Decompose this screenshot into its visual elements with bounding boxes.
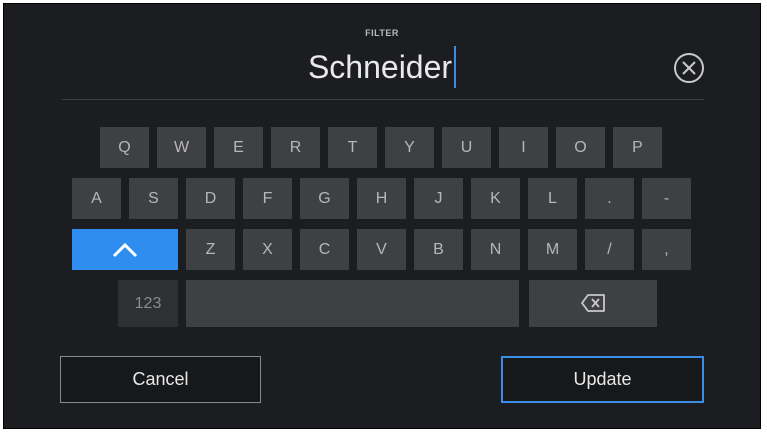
text-cursor xyxy=(454,46,457,88)
key-b[interactable]: B xyxy=(414,229,463,270)
key-slash[interactable]: / xyxy=(585,229,634,270)
key-q[interactable]: Q xyxy=(100,127,149,168)
key-k[interactable]: K xyxy=(471,178,520,219)
cancel-button[interactable]: Cancel xyxy=(60,356,261,403)
shift-key[interactable] xyxy=(72,229,178,270)
backspace-icon xyxy=(581,294,605,312)
key-r[interactable]: R xyxy=(271,127,320,168)
key-n[interactable]: N xyxy=(471,229,520,270)
space-key[interactable] xyxy=(186,280,519,327)
chevron-up-icon xyxy=(112,242,138,258)
key-p[interactable]: P xyxy=(613,127,662,168)
divider xyxy=(62,99,704,100)
key-z[interactable]: Z xyxy=(186,229,235,270)
key-x[interactable]: X xyxy=(243,229,292,270)
update-button[interactable]: Update xyxy=(501,356,704,403)
key-a[interactable]: A xyxy=(72,178,121,219)
key-j[interactable]: J xyxy=(414,178,463,219)
key-w[interactable]: W xyxy=(157,127,206,168)
backspace-key[interactable] xyxy=(529,280,657,327)
filter-keyboard-screen: FILTER Schneider Q W E R T Y U I O P A S… xyxy=(3,3,761,429)
key-period[interactable]: . xyxy=(585,178,634,219)
numbers-key[interactable]: 123 xyxy=(118,280,178,327)
key-hyphen[interactable]: - xyxy=(642,178,691,219)
key-o[interactable]: O xyxy=(556,127,605,168)
key-l[interactable]: L xyxy=(528,178,577,219)
filter-input-value: Schneider xyxy=(307,49,453,85)
key-u[interactable]: U xyxy=(442,127,491,168)
clear-button[interactable] xyxy=(674,53,704,83)
key-t[interactable]: T xyxy=(328,127,377,168)
filter-input[interactable]: Schneider xyxy=(4,44,760,90)
key-c[interactable]: C xyxy=(300,229,349,270)
key-m[interactable]: M xyxy=(528,229,577,270)
field-label: FILTER xyxy=(365,28,399,38)
key-g[interactable]: G xyxy=(300,178,349,219)
key-v[interactable]: V xyxy=(357,229,406,270)
key-i[interactable]: I xyxy=(499,127,548,168)
key-comma[interactable]: , xyxy=(642,229,691,270)
key-f[interactable]: F xyxy=(243,178,292,219)
key-y[interactable]: Y xyxy=(385,127,434,168)
key-d[interactable]: D xyxy=(186,178,235,219)
key-s[interactable]: S xyxy=(129,178,178,219)
close-icon xyxy=(682,61,696,75)
key-e[interactable]: E xyxy=(214,127,263,168)
key-h[interactable]: H xyxy=(357,178,406,219)
